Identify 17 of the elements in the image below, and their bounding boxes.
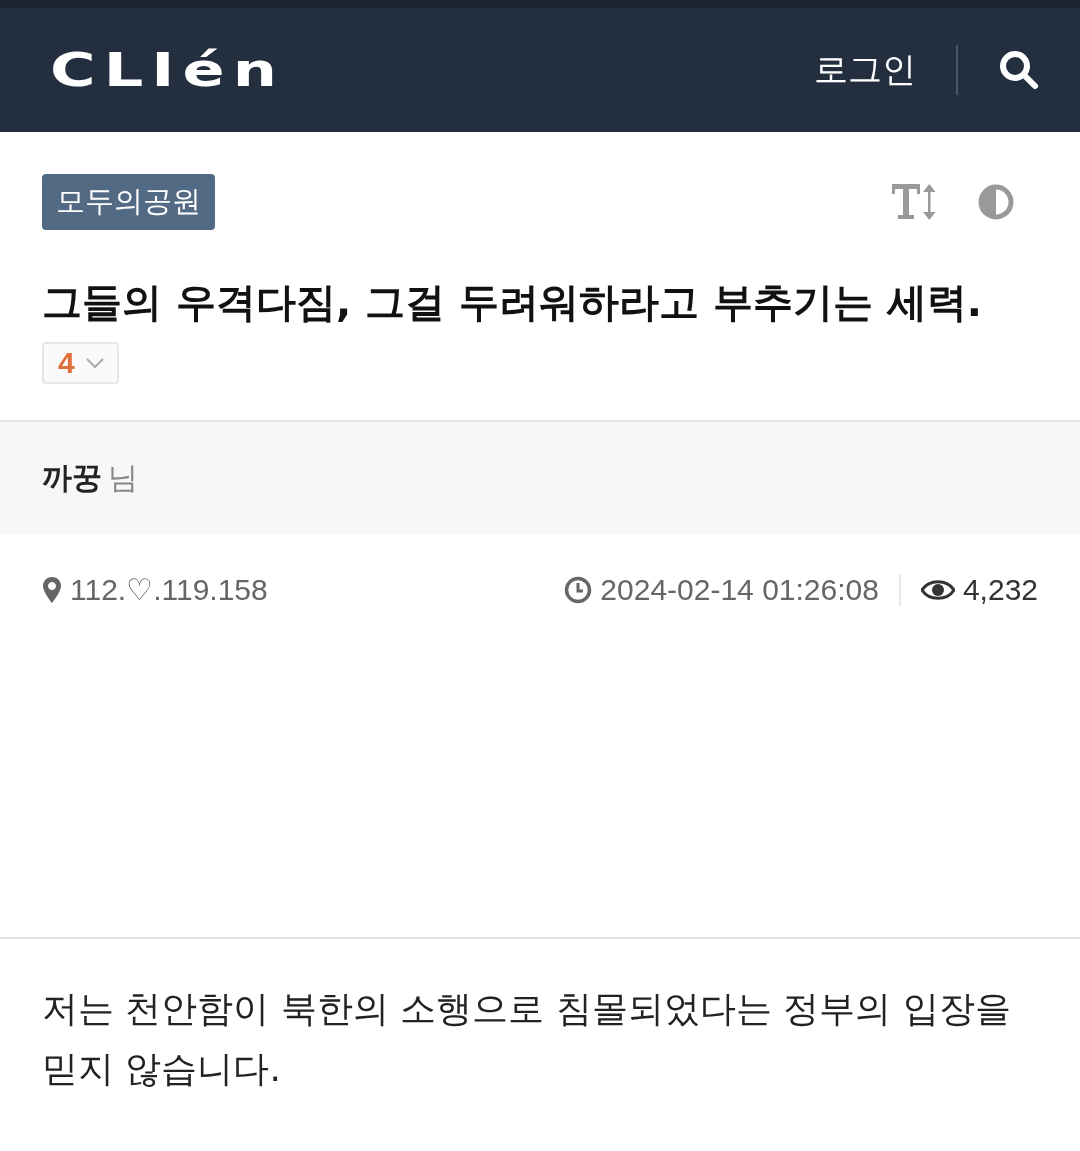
contrast-icon[interactable] xyxy=(978,184,1014,220)
eye-icon xyxy=(920,578,955,601)
login-link[interactable]: 로그인 xyxy=(814,47,956,93)
site-logo[interactable]: CLIén xyxy=(50,43,286,97)
honorific-suffix: 님 xyxy=(108,458,138,497)
post-datetime: 2024-02-14 01:26:08 xyxy=(600,572,879,607)
location-pin-icon xyxy=(42,575,62,604)
chevron-down-icon xyxy=(84,357,105,369)
search-icon[interactable] xyxy=(998,49,1040,91)
ip-address: 112.♡.119.158 xyxy=(70,572,268,607)
author-nickname[interactable]: 까꿍 xyxy=(42,457,102,499)
view-count: 4,232 xyxy=(962,572,1038,607)
clock-icon xyxy=(564,575,593,604)
board-tag[interactable]: 모두의공원 xyxy=(42,174,215,230)
post-title: 그들의 우격다짐, 그걸 두려워하라고 부추기는 세력. xyxy=(42,278,984,327)
post-body: 저는 천안함이 북한의 소행으로 침몰되었다는 정부의 입장을 믿지 않습니다. xyxy=(0,937,1080,1099)
font-size-icon[interactable] xyxy=(892,182,936,222)
